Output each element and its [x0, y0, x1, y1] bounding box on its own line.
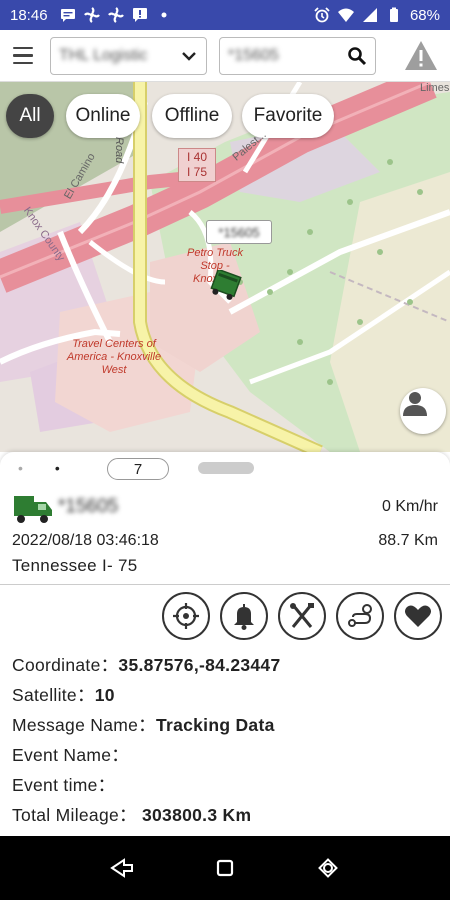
route-icon — [348, 604, 372, 627]
truck-icon — [14, 496, 52, 523]
map-label-limes: Limes — [420, 82, 450, 94]
person-icon — [403, 392, 427, 416]
status-bar: 18:46 68% — [0, 0, 450, 30]
detail-message-name: Message Name：Tracking Data — [12, 715, 275, 735]
vehicle-tag[interactable]: *15605 — [206, 220, 272, 244]
vehicle-info-panel: • • 7 *15605 0 Km/hr 2022/08/18 03:46:18… — [0, 452, 450, 836]
system-nav-bar — [0, 836, 450, 900]
drag-handle[interactable] — [198, 462, 254, 474]
locate-button[interactable] — [162, 592, 210, 640]
detail-event-time: Event time： — [12, 775, 116, 795]
detail-satellite: Satellite：10 — [12, 685, 115, 705]
detail-total-mileage: Total Mileage： 303800.3 Km — [12, 805, 252, 825]
vehicle-datetime: 2022/08/18 03:46:18 — [12, 532, 159, 549]
map-label-road: Road — [113, 137, 125, 164]
filter-all[interactable]: All — [6, 94, 54, 138]
recents-icon — [318, 858, 339, 878]
detail-event-name: Event Name： — [12, 745, 130, 765]
vehicle-details: Coordinate：35.87576,-84.23447 Satellite：… — [12, 650, 281, 830]
account-button[interactable] — [400, 388, 446, 434]
route-history-button[interactable] — [336, 592, 384, 640]
alerts-button[interactable] — [220, 592, 268, 640]
status-time: 18:46 — [10, 6, 48, 24]
map-view[interactable]: All Online Offline Favorite I 40 I 75 Pe… — [0, 82, 450, 452]
back-button[interactable] — [108, 854, 136, 882]
target-icon — [173, 603, 199, 629]
divider — [0, 584, 450, 585]
bell-icon — [234, 604, 254, 630]
fan-icon — [107, 7, 124, 23]
home-square-icon — [216, 859, 234, 877]
vehicle-speed: 0 Km/hr — [381, 498, 438, 515]
highway-shield: I 40 I 75 — [178, 148, 216, 182]
search-value: *15605 — [228, 46, 279, 64]
heart-icon — [405, 605, 431, 627]
tools-icon — [290, 603, 314, 628]
truck-marker-icon[interactable] — [207, 270, 245, 302]
filter-offline[interactable]: Offline — [152, 94, 232, 138]
map-label-travel-centers: Travel Centers of America - Knoxville We… — [66, 338, 162, 376]
vehicle-plate: *15605 — [58, 496, 119, 517]
message-icon — [60, 9, 75, 22]
home-button[interactable] — [211, 854, 239, 882]
vehicle-trip-mileage: 88.7 Km — [378, 532, 438, 549]
vehicle-count-badge: 7 — [107, 458, 169, 480]
company-dropdown[interactable]: THL Logistic — [50, 36, 207, 75]
maintenance-button[interactable] — [278, 592, 326, 640]
app-bar: THL Logistic *15605 — [0, 30, 450, 82]
action-buttons — [162, 592, 442, 640]
chat-icon — [132, 8, 147, 22]
chevron-down-icon — [182, 51, 196, 61]
alarm-icon — [314, 7, 330, 23]
signal-icon — [362, 8, 377, 22]
back-icon — [109, 858, 133, 878]
wifi-icon — [337, 8, 354, 22]
search-input[interactable]: *15605 — [219, 36, 376, 75]
fan-icon — [83, 7, 100, 23]
dot-icon — [161, 12, 167, 18]
pager-dots: • • — [18, 460, 60, 476]
vehicle-location: Tennessee I- 75 — [12, 556, 138, 575]
company-value: THL Logistic — [59, 46, 148, 64]
recents-button[interactable] — [314, 854, 342, 882]
search-icon[interactable] — [347, 46, 367, 66]
menu-icon[interactable] — [8, 40, 40, 72]
warning-icon[interactable] — [404, 39, 438, 73]
battery-percent: 68% — [409, 6, 440, 24]
battery-icon — [389, 7, 398, 22]
favorite-button[interactable] — [394, 592, 442, 640]
detail-coordinate: Coordinate：35.87576,-84.23447 — [12, 655, 281, 675]
filter-online[interactable]: Online — [66, 94, 140, 138]
